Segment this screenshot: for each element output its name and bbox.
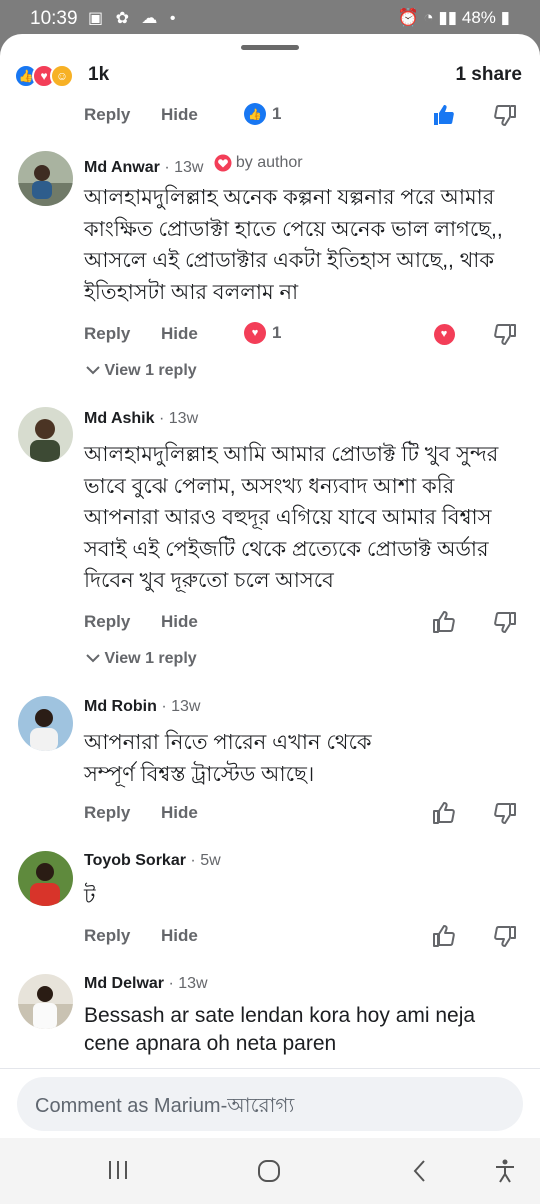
home-icon[interactable] bbox=[256, 1158, 282, 1189]
author-badge-label: by author bbox=[235, 154, 303, 171]
comment-actions: Reply Hide bbox=[84, 800, 540, 827]
comment-meta: Md Delwar · 13w bbox=[84, 975, 208, 992]
commenter-name[interactable]: Md Delwar bbox=[84, 975, 164, 992]
chevron-down-icon bbox=[86, 366, 100, 375]
comment-meta: Md Ashik · 13w bbox=[84, 410, 199, 427]
status-right: ⏰ ◔ ▮▮ 48% ▮ bbox=[398, 8, 511, 28]
comment-text: আলহামদুলিল্লাহ অনেক কল্পনা যল্পনার পরে আ… bbox=[84, 186, 503, 304]
comment-text: আপনারা নিতে পারেন এখান থেকে সম্পূর্ণ বিশ… bbox=[84, 731, 372, 786]
love-icon: ♥ bbox=[244, 322, 266, 344]
battery-level: 48% bbox=[461, 8, 496, 27]
comment-actions: Reply Hide bbox=[84, 609, 540, 636]
commenter-name[interactable]: Toyob Sorkar bbox=[84, 852, 186, 869]
reply-button[interactable]: Reply bbox=[84, 926, 130, 946]
back-icon[interactable] bbox=[410, 1158, 430, 1189]
thumbs-up-icon[interactable] bbox=[431, 800, 457, 826]
comment-composer: Comment as Marium-আরোগ্য bbox=[0, 1068, 540, 1138]
reaction-count[interactable]: 1k bbox=[88, 64, 109, 86]
comment-input[interactable]: Comment as Marium-আরোগ্য bbox=[17, 1077, 523, 1131]
avatar[interactable] bbox=[18, 851, 73, 906]
system-nav-bar bbox=[0, 1138, 540, 1204]
reply-button[interactable]: Reply bbox=[84, 612, 130, 632]
hide-button[interactable]: Hide bbox=[161, 105, 198, 125]
comment-actions: Reply Hide bbox=[84, 923, 540, 950]
author-love-badge: by author bbox=[214, 154, 303, 172]
reaction-summary-small[interactable]: 👍 1 bbox=[244, 103, 281, 125]
love-icon: ♥ bbox=[433, 323, 455, 345]
recents-icon[interactable] bbox=[106, 1158, 130, 1187]
comment-time[interactable]: 13w bbox=[178, 975, 207, 992]
thumbs-up-icon[interactable] bbox=[431, 609, 457, 635]
reaction-summary[interactable]: 👍 ♥ ☺ 1k 1 share bbox=[14, 64, 522, 90]
commenter-name[interactable]: Md Anwar bbox=[84, 159, 160, 176]
commenter-name[interactable]: Md Robin bbox=[84, 698, 157, 715]
reaction-count: 1 bbox=[272, 323, 282, 342]
view-replies-link[interactable]: View 1 reply bbox=[86, 362, 197, 380]
comment-meta: Md Robin · 13w bbox=[84, 698, 201, 715]
hide-button[interactable]: Hide bbox=[161, 612, 198, 632]
comment-meta: Md Anwar · 13w by author bbox=[84, 154, 303, 176]
thumbs-down-icon[interactable] bbox=[492, 609, 518, 635]
comments-sheet: 👍 ♥ ☺ 1k 1 share Reply Hide 👍 1 Md Anwar… bbox=[0, 34, 540, 1204]
thumbs-down-icon[interactable] bbox=[492, 321, 518, 347]
alarm-icon: ⏰ bbox=[397, 8, 419, 27]
thumbs-down-icon[interactable] bbox=[492, 923, 518, 949]
wifi-icon: ◔ bbox=[423, 8, 434, 27]
share-count[interactable]: 1 share bbox=[455, 64, 522, 86]
hide-button[interactable]: Hide bbox=[161, 926, 198, 946]
chevron-down-icon bbox=[86, 654, 100, 663]
like-icon: 👍 bbox=[244, 103, 266, 125]
comment-time[interactable]: 13w bbox=[171, 698, 200, 715]
reply-button[interactable]: Reply bbox=[84, 803, 130, 823]
thumbs-up-icon[interactable] bbox=[431, 923, 457, 949]
reaction-summary-small[interactable]: ♥ 1 bbox=[244, 322, 281, 344]
hide-button[interactable]: Hide bbox=[161, 324, 198, 344]
battery-icon: ▮ bbox=[500, 8, 510, 27]
love-react-icon[interactable]: ♥ bbox=[431, 321, 457, 347]
comment-text: আলহামদুলিল্লাহ আমি আমার প্রোডাক্ট টি খুব… bbox=[84, 443, 499, 592]
comment-time[interactable]: 13w bbox=[169, 410, 198, 427]
comment-time[interactable]: 5w bbox=[200, 852, 220, 869]
drag-handle[interactable] bbox=[241, 45, 299, 50]
notification-icons: ▣ ✿ ☁ • bbox=[88, 10, 180, 27]
thumbs-down-icon[interactable] bbox=[492, 800, 518, 826]
reply-button[interactable]: Reply bbox=[84, 105, 130, 125]
reply-button[interactable]: Reply bbox=[84, 324, 130, 344]
comment-text: Bessash ar sate lendan kora hoy ami neja… bbox=[84, 1004, 476, 1055]
accessibility-icon[interactable] bbox=[492, 1158, 518, 1189]
signal-icon: ▮▮ bbox=[438, 8, 458, 27]
avatar[interactable] bbox=[18, 151, 73, 206]
care-icon: ☺ bbox=[50, 64, 74, 88]
comment-text: ট bbox=[84, 885, 96, 908]
avatar[interactable] bbox=[18, 696, 73, 751]
love-icon bbox=[214, 154, 232, 172]
comment-time[interactable]: 13w bbox=[174, 159, 203, 176]
hide-button[interactable]: Hide bbox=[161, 803, 198, 823]
comment-actions: Reply Hide ♥ 1 ♥ bbox=[84, 321, 540, 348]
avatar[interactable] bbox=[18, 407, 73, 462]
comment-actions: Reply Hide 👍 1 bbox=[84, 102, 540, 129]
view-replies-label: View 1 reply bbox=[104, 650, 197, 667]
status-bar: 10:39 ▣ ✿ ☁ • ⏰ ◔ ▮▮ 48% ▮ bbox=[0, 0, 540, 36]
status-time: 10:39 bbox=[30, 8, 78, 29]
comment-meta: Toyob Sorkar · 5w bbox=[84, 852, 221, 869]
thumbs-up-icon[interactable] bbox=[431, 102, 457, 128]
view-replies-label: View 1 reply bbox=[104, 362, 197, 379]
avatar[interactable] bbox=[18, 974, 73, 1029]
reaction-count: 1 bbox=[272, 104, 282, 123]
thumbs-down-icon[interactable] bbox=[492, 102, 518, 128]
commenter-name[interactable]: Md Ashik bbox=[84, 410, 155, 427]
view-replies-link[interactable]: View 1 reply bbox=[86, 650, 197, 668]
